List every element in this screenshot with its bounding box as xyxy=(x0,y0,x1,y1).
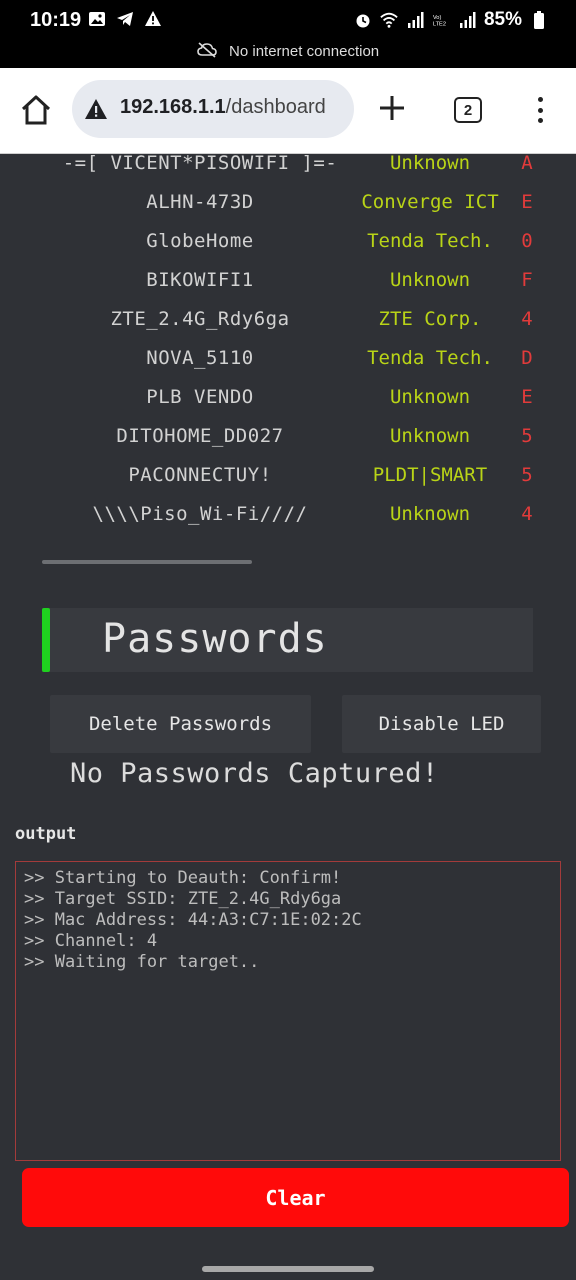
network-vendor: Unknown xyxy=(389,386,471,408)
network-ssid: ALHN-473D xyxy=(146,191,254,213)
network-row[interactable]: PACONNECTUY! PLDT|SMART 5 xyxy=(0,464,576,500)
network-channel: F xyxy=(521,269,533,291)
signal-icon xyxy=(406,11,424,29)
url-path: /dashboard xyxy=(225,96,326,118)
network-ssid: -=[ VICENT*PISOWIFI ]=- xyxy=(62,152,338,174)
network-ssid: PACONNECTUY! xyxy=(128,464,272,486)
menu-dot xyxy=(537,107,543,113)
status-right-icons: Vo) LTE2 85% xyxy=(354,9,548,31)
passwords-header: Passwords xyxy=(42,608,533,672)
alert-icon xyxy=(144,10,162,28)
output-line: >> Waiting for target.. xyxy=(24,952,260,972)
output-line: >> Target SSID: ZTE_2.4G_Rdy6ga xyxy=(24,889,342,909)
network-row[interactable]: -=[ VICENT*PISOWIFI ]=- Unknown A xyxy=(0,152,576,188)
svg-text:LTE2: LTE2 xyxy=(433,22,446,28)
network-vendor: Tenda Tech. xyxy=(367,347,493,369)
network-row[interactable]: NOVA_5110 Tenda Tech. D xyxy=(0,347,576,383)
network-channel: 4 xyxy=(521,503,533,525)
network-vendor: Unknown xyxy=(389,425,471,447)
home-button[interactable] xyxy=(18,92,54,128)
clear-button[interactable]: Clear xyxy=(22,1168,569,1227)
menu-dot xyxy=(537,97,543,102)
wifi-icon xyxy=(380,11,398,29)
alarm-icon xyxy=(354,11,372,29)
status-bar: 10:19 Vo) LTE2 85% No internet connectio… xyxy=(0,0,576,68)
svg-text:Vo): Vo) xyxy=(433,15,442,21)
signal-2-icon xyxy=(458,11,476,29)
output-label: output xyxy=(15,824,77,844)
network-ssid: PLB VENDO xyxy=(146,386,254,408)
network-row[interactable]: BIKOWIFI1 Unknown F xyxy=(0,269,576,305)
network-ssid: ZTE_2.4G_Rdy6ga xyxy=(110,308,290,330)
gesture-home-indicator[interactable] xyxy=(202,1266,374,1272)
status-time: 10:19 xyxy=(30,9,82,31)
network-notice: No internet connection xyxy=(0,42,576,62)
cloud-off-icon xyxy=(197,42,217,62)
network-vendor: PLDT|SMART xyxy=(372,464,488,486)
network-notice-text: No internet connection xyxy=(229,42,380,60)
network-channel: E xyxy=(521,386,533,408)
network-vendor: ZTE Corp. xyxy=(378,308,482,330)
output-console[interactable]: >> Starting to Deauth: Confirm! >> Targe… xyxy=(15,861,561,1161)
status-left-icons xyxy=(88,10,162,28)
network-row[interactable]: DITOHOME_DD027 Unknown 5 xyxy=(0,425,576,461)
output-line: >> Channel: 4 xyxy=(24,931,158,951)
section-accent-bar xyxy=(42,608,50,672)
output-line: >> Mac Address: 44:A3:C7:1E:02:2C xyxy=(24,910,362,930)
battery-icon xyxy=(530,11,548,29)
home-icon xyxy=(21,95,51,125)
network-vendor: Unknown xyxy=(389,503,471,525)
network-row[interactable]: \\\\Piso_Wi-Fi//// Unknown 4 xyxy=(0,503,576,539)
passwords-title: Passwords xyxy=(102,616,328,662)
new-tab-button[interactable] xyxy=(378,94,406,122)
network-ssid: GlobeHome xyxy=(146,230,254,252)
menu-dot xyxy=(537,118,543,123)
network-vendor: Unknown xyxy=(389,152,471,174)
network-channel: 5 xyxy=(521,464,533,486)
url-host: 192.168.1.1 xyxy=(120,96,226,118)
disable-led-button[interactable]: Disable LED xyxy=(342,695,541,753)
network-channel: 4 xyxy=(521,308,533,330)
tab-switcher-button[interactable]: 2 xyxy=(454,97,482,123)
network-ssid: BIKOWIFI1 xyxy=(146,269,254,291)
network-channel: 0 xyxy=(521,230,533,252)
more-menu-button[interactable] xyxy=(528,95,552,125)
network-channel: D xyxy=(521,347,533,369)
network-vendor: Tenda Tech. xyxy=(367,230,493,252)
delete-passwords-button[interactable]: Delete Passwords xyxy=(50,695,311,753)
network-row[interactable]: GlobeHome Tenda Tech. 0 xyxy=(0,230,576,266)
output-line: >> Starting to Deauth: Confirm! xyxy=(24,868,342,888)
network-ssid: DITOHOME_DD027 xyxy=(116,425,284,447)
network-channel: 5 xyxy=(521,425,533,447)
url-text[interactable]: 192.168.1.1/dashboard xyxy=(120,96,326,119)
plus-icon xyxy=(380,96,404,120)
network-ssid: NOVA_5110 xyxy=(146,347,254,369)
network-channel: A xyxy=(521,152,533,174)
not-secure-warning-icon[interactable] xyxy=(84,97,108,121)
volte-icon: Vo) LTE2 xyxy=(432,11,450,29)
gallery-icon xyxy=(88,10,106,28)
network-vendor: Converge ICT xyxy=(361,191,499,213)
no-passwords-message: No Passwords Captured! xyxy=(70,758,439,789)
network-vendor: Unknown xyxy=(389,269,471,291)
network-ssid: \\\\Piso_Wi-Fi//// xyxy=(92,503,308,525)
address-bar[interactable]: 192.168.1.1/dashboard xyxy=(72,80,354,138)
network-row[interactable]: ZTE_2.4G_Rdy6ga ZTE Corp. 4 xyxy=(0,308,576,344)
network-row[interactable]: ALHN-473D Converge ICT E xyxy=(0,191,576,227)
scrollbar-divider xyxy=(42,560,252,564)
network-row[interactable]: PLB VENDO Unknown E xyxy=(0,386,576,422)
telegram-icon xyxy=(116,10,134,28)
battery-level: 85% xyxy=(483,9,522,30)
network-channel: E xyxy=(521,191,533,213)
browser-toolbar: 192.168.1.1/dashboard 2 xyxy=(0,68,576,154)
